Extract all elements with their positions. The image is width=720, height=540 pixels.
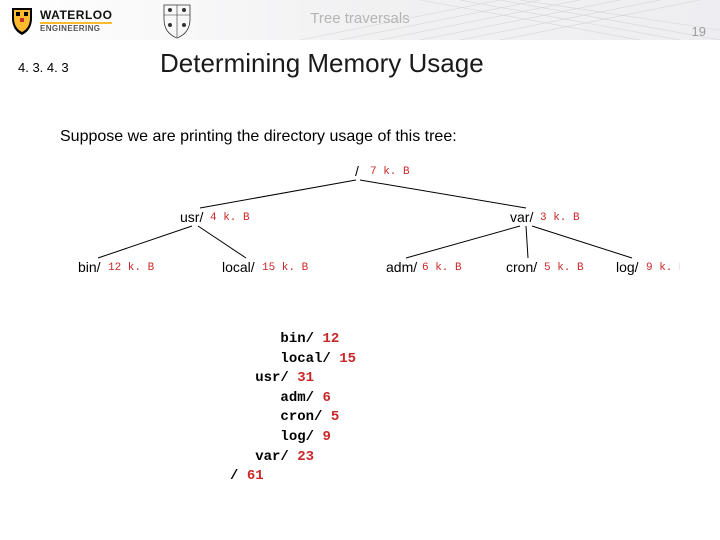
slide-title: Determining Memory Usage xyxy=(160,48,484,79)
directory-tree-diagram: / 7 k. B usr/ 4 k. B var/ 3 k. B bin/ 12… xyxy=(40,162,680,282)
tree-size-usr: 4 k. B xyxy=(210,212,250,224)
tree-size-log: 9 k. B xyxy=(646,262,680,274)
tree-size-var: 3 k. B xyxy=(540,212,580,224)
tree-node-root: / xyxy=(355,163,359,179)
tree-size-adm: 6 k. B xyxy=(422,262,462,274)
output-row: local/ 15 xyxy=(230,350,356,370)
tree-node-local: local/ xyxy=(222,259,255,275)
output-row: usr/ 31 xyxy=(230,369,356,389)
tree-size-cron: 5 k. B xyxy=(544,262,584,274)
tree-node-adm: adm/ xyxy=(386,259,417,275)
output-row: log/ 9 xyxy=(230,428,356,448)
lecture-topic: Tree traversals xyxy=(0,10,720,27)
tree-size-local: 15 k. B xyxy=(262,262,309,274)
tree-node-log: log/ xyxy=(616,259,639,275)
tree-size-bin: 12 k. B xyxy=(108,262,155,274)
tree-size-root: 7 k. B xyxy=(370,166,410,178)
traversal-output: bin/ 12 local/ 15 usr/ 31 adm/ 6 cron/ 5… xyxy=(230,330,356,487)
output-row: var/ 23 xyxy=(230,448,356,468)
tree-node-var: var/ xyxy=(510,209,533,225)
slide-body-text: Suppose we are printing the directory us… xyxy=(60,128,457,146)
tree-node-usr: usr/ xyxy=(180,209,203,225)
section-number: 4. 3. 4. 3 xyxy=(18,60,69,75)
output-row: cron/ 5 xyxy=(230,408,356,428)
tree-node-cron: cron/ xyxy=(506,259,537,275)
output-row: / 61 xyxy=(230,467,356,487)
output-row: bin/ 12 xyxy=(230,330,356,350)
tree-node-bin: bin/ xyxy=(78,259,101,275)
page-number: 19 xyxy=(692,24,706,39)
output-row: adm/ 6 xyxy=(230,389,356,409)
